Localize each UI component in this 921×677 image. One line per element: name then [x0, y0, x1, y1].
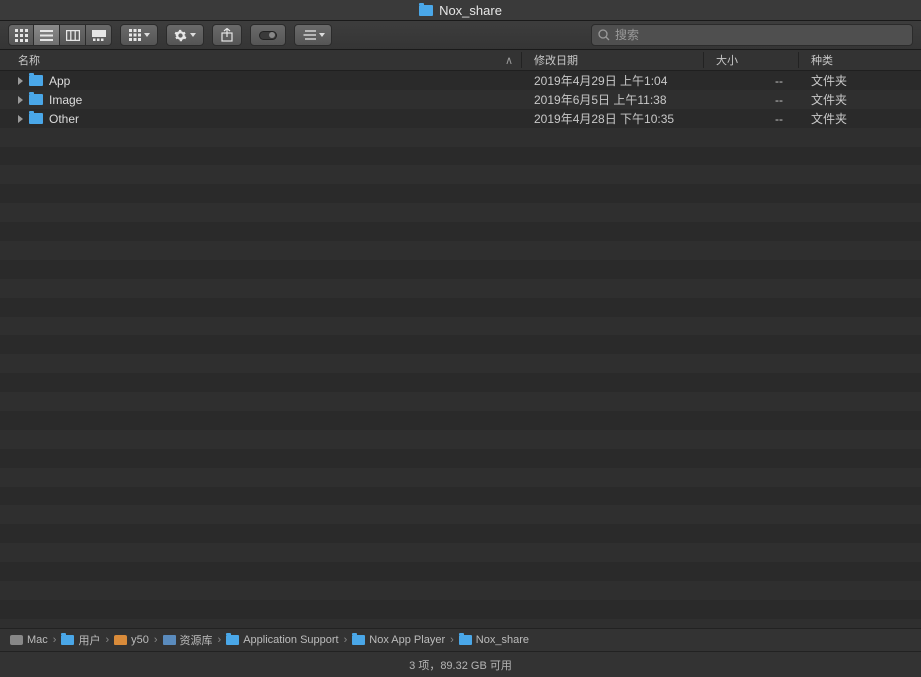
column-header: 名称 ∧ 修改日期 大小 种类	[0, 50, 921, 71]
window-title: Nox_share	[439, 3, 502, 18]
column-size[interactable]: 大小	[704, 52, 799, 68]
folder-icon	[226, 635, 239, 645]
column-kind[interactable]: 种类	[799, 52, 921, 68]
file-name: Other	[49, 112, 79, 126]
share-button[interactable]	[212, 24, 242, 46]
search-icon	[598, 29, 610, 41]
path-item[interactable]: Nox_share	[459, 634, 529, 646]
lib-icon	[163, 635, 176, 645]
chevron-right-icon: ›	[154, 634, 158, 646]
path-label: Application Support	[243, 634, 338, 646]
chevron-right-icon: ›	[53, 634, 57, 646]
path-label: Mac	[27, 634, 48, 646]
file-date: 2019年4月29日 上午1:04	[522, 72, 704, 89]
file-date: 2019年4月28日 下午10:35	[522, 110, 704, 127]
file-size: --	[704, 112, 799, 126]
column-name[interactable]: 名称 ∧	[0, 52, 522, 68]
chevron-right-icon: ›	[218, 634, 222, 646]
file-date: 2019年6月5日 上午11:38	[522, 91, 704, 108]
path-label: 资源库	[180, 632, 213, 648]
share-icon	[221, 28, 233, 42]
search-field[interactable]	[591, 24, 913, 46]
file-list[interactable]: App 2019年4月29日 上午1:04 -- 文件夹 Image 2019年…	[0, 71, 921, 628]
path-label: Nox_share	[476, 634, 529, 646]
home-icon	[114, 635, 127, 645]
status-text: 3 项，89.32 GB 可用	[409, 657, 512, 673]
table-row[interactable]: Image 2019年6月5日 上午11:38 -- 文件夹	[0, 90, 921, 109]
file-size: --	[704, 93, 799, 107]
disclosure-triangle-icon[interactable]	[18, 96, 23, 104]
chevron-right-icon: ›	[450, 634, 454, 646]
gear-icon	[174, 29, 187, 42]
path-label: Nox App Player	[369, 634, 445, 646]
group-by-button[interactable]	[294, 24, 332, 46]
chevron-down-icon	[144, 33, 150, 37]
file-kind: 文件夹	[799, 91, 921, 108]
file-name: App	[49, 74, 70, 88]
arrange-button[interactable]	[120, 24, 158, 46]
path-item[interactable]: Nox App Player	[352, 634, 445, 646]
chevron-right-icon: ›	[344, 634, 348, 646]
path-item[interactable]: Application Support	[226, 634, 338, 646]
view-icon-button[interactable]	[8, 24, 34, 46]
chevron-down-icon	[319, 33, 325, 37]
file-name: Image	[49, 93, 82, 107]
file-kind: 文件夹	[799, 110, 921, 127]
path-label: 用户	[78, 632, 100, 648]
folder-icon	[459, 635, 472, 645]
tag-pill-icon	[259, 31, 277, 40]
search-input[interactable]	[615, 28, 906, 42]
action-button[interactable]	[166, 24, 204, 46]
folder-icon	[419, 5, 433, 16]
file-size: --	[704, 74, 799, 88]
path-item[interactable]: 用户	[61, 632, 100, 648]
view-list-button[interactable]	[34, 24, 60, 46]
folder-icon	[29, 94, 43, 105]
chevron-right-icon: ›	[105, 634, 109, 646]
disclosure-triangle-icon[interactable]	[18, 115, 23, 123]
disk-icon	[10, 635, 23, 645]
path-label: y50	[131, 634, 149, 646]
table-row[interactable]: App 2019年4月29日 上午1:04 -- 文件夹	[0, 71, 921, 90]
title-bar: Nox_share	[0, 0, 921, 21]
folder-icon	[29, 75, 43, 86]
path-item[interactable]: y50	[114, 634, 149, 646]
folder-icon	[352, 635, 365, 645]
path-item[interactable]: Mac	[10, 634, 48, 646]
folder-icon	[29, 113, 43, 124]
view-gallery-button[interactable]	[86, 24, 112, 46]
path-bar: Mac › 用户 › y50 › 资源库 › Application Support › Nox A…	[0, 628, 921, 652]
path-item[interactable]: 资源库	[163, 632, 213, 648]
grid-icon	[129, 29, 141, 41]
view-mode-group	[8, 24, 112, 46]
view-column-button[interactable]	[60, 24, 86, 46]
column-name-label: 名称	[18, 52, 40, 68]
chevron-down-icon	[190, 33, 196, 37]
toolbar	[0, 21, 921, 50]
lines-icon	[302, 30, 316, 40]
file-kind: 文件夹	[799, 72, 921, 89]
folder-icon	[61, 635, 74, 645]
disclosure-triangle-icon[interactable]	[18, 77, 23, 85]
status-bar: 3 项，89.32 GB 可用	[0, 652, 921, 677]
sort-indicator-icon: ∧	[505, 54, 513, 67]
column-date[interactable]: 修改日期	[522, 52, 704, 68]
table-row[interactable]: Other 2019年4月28日 下午10:35 -- 文件夹	[0, 109, 921, 128]
edit-tags-button[interactable]	[250, 24, 286, 46]
